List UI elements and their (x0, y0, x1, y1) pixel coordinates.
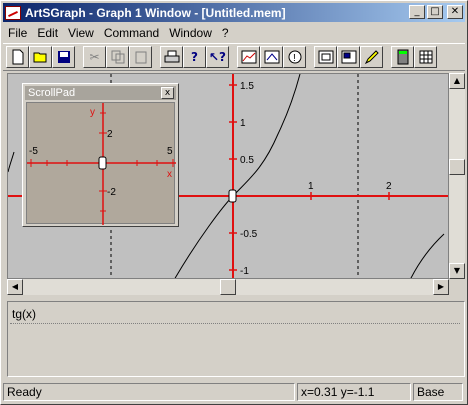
fit-icon[interactable] (314, 46, 337, 68)
table-icon[interactable] (414, 46, 437, 68)
copy-icon[interactable] (106, 46, 129, 68)
scrollpad-tick-label: 2 (107, 129, 113, 140)
info-icon[interactable]: ! (283, 46, 306, 68)
scroll-left-button[interactable]: ◀ (7, 279, 23, 295)
expression-pane[interactable]: tg(x) (7, 301, 465, 377)
help-icon[interactable]: ? (183, 46, 206, 68)
zoom-icon[interactable] (260, 46, 283, 68)
x-tick-label: 2 (386, 181, 392, 192)
pencil-icon[interactable] (360, 46, 383, 68)
scrollpad-window[interactable]: ScrollPad x -5 5 2 -2 x y (22, 83, 179, 227)
status-coordinates: x=0.31 y=-1.1 (297, 383, 411, 401)
menu-bar: File Edit View Command Window ? (3, 23, 234, 42)
calculator-icon[interactable] (391, 46, 414, 68)
toolbar: ✂ ? ↖? ! (3, 43, 465, 71)
title-bar[interactable]: ArtSGraph - Graph 1 Window - [Untitled.m… (3, 3, 465, 22)
app-window: ArtSGraph - Graph 1 Window - [Untitled.m… (0, 0, 468, 405)
y-tick-label: -0.5 (240, 229, 258, 240)
menu-command[interactable]: Command (99, 26, 164, 40)
minimize-button[interactable]: _ (409, 5, 425, 19)
close-button[interactable]: ✕ (447, 5, 463, 19)
scroll-right-button[interactable]: ▶ (433, 279, 449, 295)
menu-edit[interactable]: Edit (32, 26, 63, 40)
horizontal-scroll-thumb[interactable] (220, 279, 236, 295)
tangent-curve-left-branch (8, 151, 15, 173)
status-bar: Ready x=0.31 y=-1.1 Base (3, 383, 465, 403)
scrollpad-y-label: y (90, 107, 95, 118)
scrollpad-tick-label: -2 (107, 187, 116, 198)
horizontal-scrollbar[interactable]: ◀ ▶ (7, 279, 449, 295)
scrollpad-x-label: x (167, 169, 172, 180)
tangent-curve-right-branch (410, 233, 445, 278)
save-icon[interactable] (52, 46, 75, 68)
menu-window[interactable]: Window (164, 26, 217, 40)
scrollpad-canvas[interactable]: -5 5 2 -2 x y (26, 102, 176, 225)
scrollpad-handle[interactable] (98, 156, 107, 170)
new-icon[interactable] (6, 46, 29, 68)
expression-item[interactable]: tg(x) (10, 304, 460, 324)
y-tick-label: 0.5 (240, 155, 254, 166)
y-tick-label: 1.5 (240, 81, 254, 92)
scrollpad-title-bar[interactable]: ScrollPad x (25, 86, 176, 100)
scrollpad-title: ScrollPad (28, 87, 76, 99)
scroll-up-button[interactable]: ▲ (449, 73, 465, 89)
paste-icon[interactable] (129, 46, 152, 68)
origin-handle[interactable] (228, 189, 237, 203)
scrollpad-close-button[interactable]: x (161, 87, 174, 99)
scrollpad-tick-label: -5 (29, 146, 38, 157)
status-ready: Ready (3, 383, 295, 401)
cut-icon[interactable]: ✂ (83, 46, 106, 68)
menu-help[interactable]: ? (217, 26, 234, 40)
scrollpad-tick-label: 5 (167, 146, 173, 157)
svg-text:!: ! (293, 53, 296, 64)
y-tick-label: -1 (240, 266, 249, 277)
scroll-down-button[interactable]: ▼ (449, 263, 465, 279)
status-mode: Base (413, 383, 463, 401)
vertical-scroll-thumb[interactable] (449, 159, 465, 175)
tangent-curve (174, 74, 301, 278)
window-title: ArtSGraph - Graph 1 Window - [Untitled.m… (25, 5, 286, 20)
menu-file[interactable]: File (3, 26, 32, 40)
y-tick-label: 1 (240, 118, 246, 129)
maximize-button[interactable]: □ (427, 5, 443, 19)
x-tick-label: 1 (308, 181, 314, 192)
scroll-corner (449, 279, 465, 295)
app-icon[interactable] (5, 5, 21, 20)
open-icon[interactable] (29, 46, 52, 68)
vertical-scrollbar[interactable]: ▲ ▼ (449, 73, 465, 279)
print-icon[interactable] (160, 46, 183, 68)
zoom-box-icon[interactable] (337, 46, 360, 68)
context-help-icon[interactable]: ↖? (206, 46, 229, 68)
graph-icon[interactable] (237, 46, 260, 68)
menu-view[interactable]: View (63, 26, 99, 40)
